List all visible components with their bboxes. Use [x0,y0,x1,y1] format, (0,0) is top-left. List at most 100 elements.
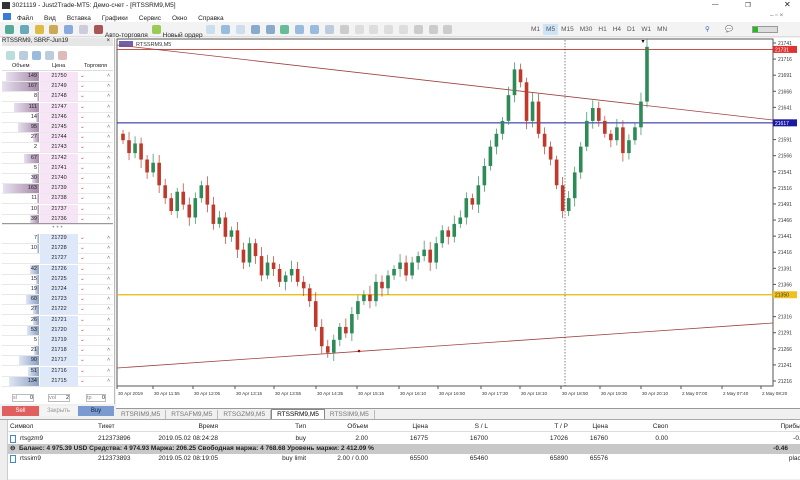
depth-row[interactable]: 521741⌄˄ [2,164,113,174]
depth-row[interactable]: 2721722⌄˄ [2,305,113,315]
depth-row[interactable]: 16721749⌄˄ [2,82,113,92]
chat-icon[interactable]: 💬 [725,25,733,33]
line-chart-icon[interactable] [236,25,245,34]
sell-arrow-icon[interactable]: ⌄ [80,265,85,274]
tp-input[interactable]: tp 0 [86,394,106,402]
sell-arrow-icon[interactable]: ⌄ [80,92,85,101]
sell-arrow-icon[interactable]: ⌄ [80,346,85,355]
depth-row[interactable]: 1121738⌄˄ [2,194,113,204]
timeframe-mn[interactable]: MN [654,24,670,35]
trendline-point[interactable] [358,350,361,353]
signal-icon[interactable] [79,25,88,34]
timeframe-w1[interactable]: W1 [638,24,654,35]
buy-arrow-icon[interactable]: ˄ [107,143,110,152]
sell-arrow-icon[interactable]: ⌄ [80,103,85,112]
buy-arrow-icon[interactable]: ˄ [107,72,110,81]
depth-row[interactable]: 9521745⌄˄ [2,123,113,133]
crosshair-icon[interactable] [355,25,364,34]
buy-arrow-icon[interactable]: ˄ [107,184,110,193]
depth-row[interactable]: 2621721⌄˄ [2,316,113,326]
depth-row[interactable]: 1921724⌄˄ [2,285,113,295]
buy-arrow-icon[interactable]: ˄ [107,205,110,214]
vertical-line-icon[interactable] [369,25,378,34]
buy-arrow-icon[interactable]: ˄ [107,254,110,263]
buy-arrow-icon[interactable]: ˄ [107,356,110,365]
profiles-icon[interactable] [20,25,29,34]
close-position-button[interactable]: Закрыть [40,406,77,416]
grid-icon[interactable] [280,25,289,34]
buy-arrow-icon[interactable]: ˄ [107,103,110,112]
column-header[interactable]: S / L [428,422,488,432]
buy-arrow-icon[interactable]: ˄ [107,275,110,284]
sell-arrow-icon[interactable]: ⌄ [80,244,85,253]
depth-icon-1[interactable] [6,51,15,60]
sell-arrow-icon[interactable]: ⌄ [80,143,85,152]
menu-item[interactable]: Окно [172,15,187,22]
buy-arrow-icon[interactable]: ˄ [107,367,110,376]
sell-arrow-icon[interactable]: ⌄ [80,133,85,142]
depth-row[interactable]: 1421746⌄˄ [2,113,113,123]
depth-row[interactable]: 16321739⌄˄ [2,184,113,194]
navigator-icon[interactable] [49,25,58,34]
terminal-icon[interactable] [64,25,73,34]
depth-row[interactable]: 4221726⌄˄ [2,265,113,275]
depth-icon-4[interactable] [45,51,54,60]
zoom-out-icon[interactable] [266,25,275,34]
buy-arrow-icon[interactable]: ˄ [107,133,110,142]
depth-icon-3[interactable] [32,51,41,60]
table-row[interactable]: rtssim92123738932019.05.02 08:19:05buy l… [8,454,800,464]
volume-input[interactable]: vol 2 [48,394,70,402]
buy-arrow-icon[interactable]: ˄ [107,244,110,253]
close-panel-button[interactable]: × [106,38,110,44]
depth-row[interactable]: 6021723⌄˄ [2,295,113,305]
chart-tab[interactable]: RTSRIM9,M5 [116,410,166,419]
trendline-lower[interactable] [117,323,773,368]
autoscroll-icon[interactable] [295,25,304,34]
sell-arrow-icon[interactable]: ⌄ [80,336,85,345]
buy-arrow-icon[interactable]: ˄ [107,82,110,91]
depth-icon-5[interactable] [58,51,67,60]
sell-button[interactable]: Sell [2,406,39,416]
depth-row[interactable]: 821748⌄˄ [2,92,113,102]
sell-arrow-icon[interactable]: ⌄ [80,285,85,294]
sell-arrow-icon[interactable]: ⌄ [80,194,85,203]
buy-arrow-icon[interactable]: ˄ [107,113,110,122]
buy-arrow-icon[interactable]: ˄ [107,265,110,274]
depth-row[interactable]: 3021740⌄˄ [2,174,113,184]
bar-chart-icon[interactable] [206,25,215,34]
depth-row[interactable]: 1021728⌄˄ [2,244,113,254]
menu-item[interactable]: Вставка [67,15,91,22]
collapse-icon[interactable]: ⊖ [10,444,15,454]
depth-row[interactable]: 5321720⌄˄ [2,326,113,336]
timeframe-d1[interactable]: D1 [624,24,638,35]
shapes-icon[interactable] [443,25,452,34]
buy-arrow-icon[interactable]: ˄ [107,92,110,101]
buy-arrow-icon[interactable]: ˄ [107,164,110,173]
depth-row[interactable]: 9021717⌄˄ [2,356,113,366]
column-header[interactable]: Символ [10,422,33,432]
buy-arrow-icon[interactable]: ˄ [107,194,110,203]
chart-tab[interactable]: RTSAFM9,M5 [166,410,218,419]
sell-arrow-icon[interactable]: ⌄ [80,275,85,284]
timeframe-h1[interactable]: H1 [595,24,609,35]
templates-icon[interactable] [325,25,334,34]
column-header[interactable]: Время [158,422,218,432]
search-icon[interactable]: ⚲ [705,25,710,33]
depth-row[interactable]: 721729⌄˄ [2,234,113,244]
depth-row[interactable]: 2721744⌄˄ [2,133,113,143]
sl-input[interactable]: sl 0 [12,394,34,402]
menu-item[interactable]: Вид [44,15,56,22]
sell-arrow-icon[interactable]: ⌄ [80,184,85,193]
depth-row[interactable]: 14921750⌄˄ [2,72,113,82]
sell-arrow-icon[interactable]: ⌄ [80,164,85,173]
timeframe-m15[interactable]: M15 [558,24,577,35]
depth-row[interactable]: 2121718⌄˄ [2,346,113,356]
depth-row[interactable]: 5121716⌄˄ [2,367,113,377]
sell-arrow-icon[interactable]: ⌄ [80,316,85,325]
menu-item[interactable]: Файл [17,15,33,22]
depth-icon-2[interactable] [19,51,28,60]
fibonacci-icon[interactable] [414,25,423,34]
new-chart-icon[interactable] [5,25,14,34]
sell-arrow-icon[interactable]: ⌄ [80,174,85,183]
buy-arrow-icon[interactable]: ˄ [107,154,110,163]
